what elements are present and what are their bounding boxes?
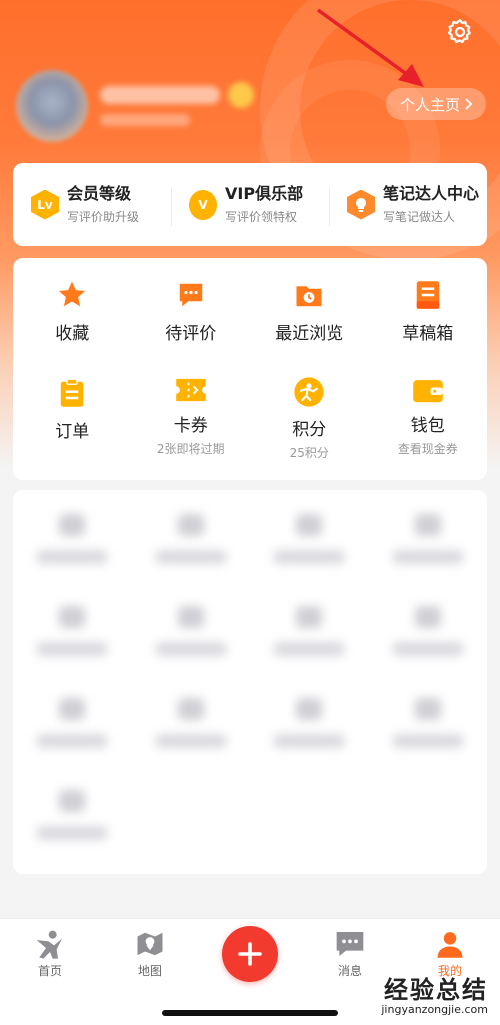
coupons-sub: 2张即将过期 (156, 442, 225, 456)
map-icon (137, 932, 163, 956)
blurred-service (132, 698, 251, 758)
comment-icon (174, 278, 208, 312)
blurred-username (100, 82, 254, 126)
member-level-title: 会员等级 (67, 184, 132, 203)
blurred-service (250, 514, 369, 574)
blurred-service (132, 606, 251, 666)
blurred-service (250, 606, 369, 666)
notes-expert-entry[interactable]: 笔记达人中心 写笔记做达人 (329, 184, 487, 226)
avatar[interactable] (16, 70, 88, 142)
wallet-sub: 查看现金券 (397, 442, 458, 456)
watermark-title: 经验总结 (384, 976, 488, 1004)
personal-homepage-label: 个人主页 (399, 95, 460, 114)
watermark-url: jingyanzongjie.com (381, 1003, 488, 1016)
coupon-icon (174, 376, 208, 404)
home-indicator (162, 1010, 338, 1016)
favorites-entry[interactable]: 收藏 (13, 278, 132, 356)
pending-review-entry[interactable]: 待评价 (132, 278, 251, 356)
orders-label: 订单 (55, 422, 90, 442)
user-icon (437, 932, 463, 958)
profile-summary[interactable] (16, 70, 254, 142)
orders-entry[interactable]: 订单 (13, 376, 132, 454)
blurred-service (13, 698, 132, 758)
points-entry[interactable]: 积分 25积分 (250, 376, 369, 460)
vip-badge-icon: V (189, 189, 217, 220)
tab-messages-label: 消息 (337, 964, 362, 978)
points-icon (292, 376, 326, 408)
drafts-label: 草稿箱 (402, 324, 454, 344)
blurred-service (132, 514, 251, 574)
notes-expert-title: 笔记达人中心 (383, 184, 480, 203)
tab-messages[interactable]: 消息 (315, 929, 385, 979)
blurred-service-grid (13, 514, 487, 850)
vip-club-subtitle: 写评价领特权 (225, 210, 298, 224)
wallet-icon (411, 376, 445, 404)
blurred-service (13, 606, 132, 666)
favorites-label: 收藏 (55, 324, 90, 344)
recent-browse-label: 最近浏览 (275, 324, 344, 344)
tab-map[interactable]: 地图 (115, 929, 185, 979)
order-icon (55, 376, 89, 410)
wallet-entry[interactable]: 钱包 查看现金券 (369, 376, 488, 456)
watermark: 经验总结 jingyanzongjie.com (381, 970, 488, 1016)
blurred-services-card (13, 490, 487, 874)
star-icon (55, 278, 89, 312)
blurred-service (369, 514, 488, 574)
coupons-entry[interactable]: 卡券 2张即将过期 (132, 376, 251, 456)
recent-browse-entry[interactable]: 最近浏览 (250, 278, 369, 356)
drafts-entry[interactable]: 草稿箱 (369, 278, 488, 356)
blurred-service (369, 606, 488, 666)
tab-home[interactable]: 首页 (15, 929, 85, 979)
notes-expert-subtitle: 写笔记做达人 (383, 210, 456, 224)
blurred-service (13, 790, 132, 850)
coupons-label: 卡券 (173, 416, 208, 436)
blurred-service (250, 698, 369, 758)
settings-gear-icon[interactable] (442, 14, 478, 50)
draft-icon (411, 278, 445, 312)
tab-map-label: 地图 (137, 964, 162, 978)
plus-icon (238, 942, 262, 966)
vip-club-title: VIP俱乐部 (225, 184, 304, 203)
lightbulb-badge-icon (347, 189, 375, 220)
home-person-icon (36, 930, 62, 959)
member-level-subtitle: 写评价助升级 (67, 210, 140, 224)
blurred-service (13, 514, 132, 574)
message-icon (336, 932, 364, 956)
member-card: Lv 会员等级 写评价助升级 V VIP俱乐部 写评价领特权 笔记达人中心 写笔… (13, 163, 487, 246)
vip-club-entry[interactable]: V VIP俱乐部 写评价领特权 (171, 184, 329, 226)
chevron-right-icon (465, 98, 473, 110)
lv-badge-icon: Lv (31, 189, 59, 220)
points-sub: 25积分 (289, 446, 329, 460)
wallet-label: 钱包 (410, 416, 445, 436)
points-label: 积分 (292, 420, 327, 440)
history-icon (292, 278, 326, 312)
publish-plus-button[interactable] (222, 926, 278, 982)
pending-review-label: 待评价 (165, 324, 217, 344)
member-level-entry[interactable]: Lv 会员等级 写评价助升级 (13, 184, 171, 225)
personal-homepage-button[interactable]: 个人主页 (385, 88, 486, 120)
functions-card: 收藏 待评价 最近浏览 草稿箱 订单 卡券 2张即将过期 积分 25积分 钱包 … (13, 258, 487, 480)
tab-home-label: 首页 (37, 964, 62, 978)
blurred-service (369, 698, 488, 758)
